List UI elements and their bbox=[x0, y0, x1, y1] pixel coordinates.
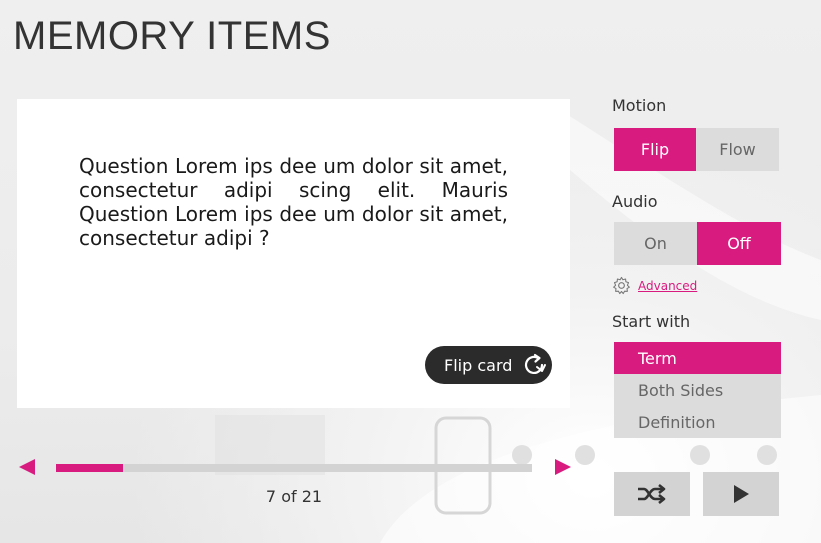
shuffle-icon bbox=[638, 483, 666, 505]
advanced-label: Advanced bbox=[638, 278, 698, 293]
flashcard: Question Lorem ips dee um dolor sit amet… bbox=[17, 99, 570, 408]
motion-option-flow[interactable]: Flow bbox=[696, 128, 779, 171]
flip-card-button[interactable]: Flip card bbox=[425, 346, 552, 384]
start-with-option-definition[interactable]: Definition bbox=[614, 406, 781, 438]
start-with-label: Start with bbox=[612, 312, 691, 331]
start-with-option-term[interactable]: Term bbox=[614, 342, 781, 374]
next-card-arrow[interactable] bbox=[555, 459, 571, 475]
motion-toggle: Flip Flow bbox=[614, 128, 779, 171]
audio-option-on[interactable]: On bbox=[614, 222, 697, 265]
start-with-list: Term Both Sides Definition bbox=[614, 342, 781, 438]
previous-card-arrow[interactable] bbox=[19, 459, 35, 475]
play-button[interactable] bbox=[703, 472, 779, 516]
progress-bar bbox=[56, 464, 532, 472]
card-question-text: Question Lorem ips dee um dolor sit amet… bbox=[79, 154, 508, 250]
gear-icon bbox=[613, 276, 630, 295]
motion-label: Motion bbox=[612, 96, 667, 115]
audio-label: Audio bbox=[612, 192, 658, 211]
page-title: MEMORY ITEMS bbox=[13, 14, 331, 58]
audio-option-off[interactable]: Off bbox=[697, 222, 781, 265]
advanced-link[interactable]: Advanced bbox=[612, 276, 697, 295]
start-with-option-both-sides[interactable]: Both Sides bbox=[614, 374, 781, 406]
play-icon bbox=[734, 485, 749, 503]
flip-card-label: Flip card bbox=[444, 355, 513, 375]
shuffle-button[interactable] bbox=[614, 472, 690, 516]
progress-bar-fill bbox=[56, 464, 123, 472]
rotate-icon bbox=[524, 353, 546, 374]
card-counter: 7 of 21 bbox=[265, 487, 323, 506]
motion-option-flip[interactable]: Flip bbox=[614, 128, 696, 171]
audio-toggle: On Off bbox=[614, 222, 781, 265]
